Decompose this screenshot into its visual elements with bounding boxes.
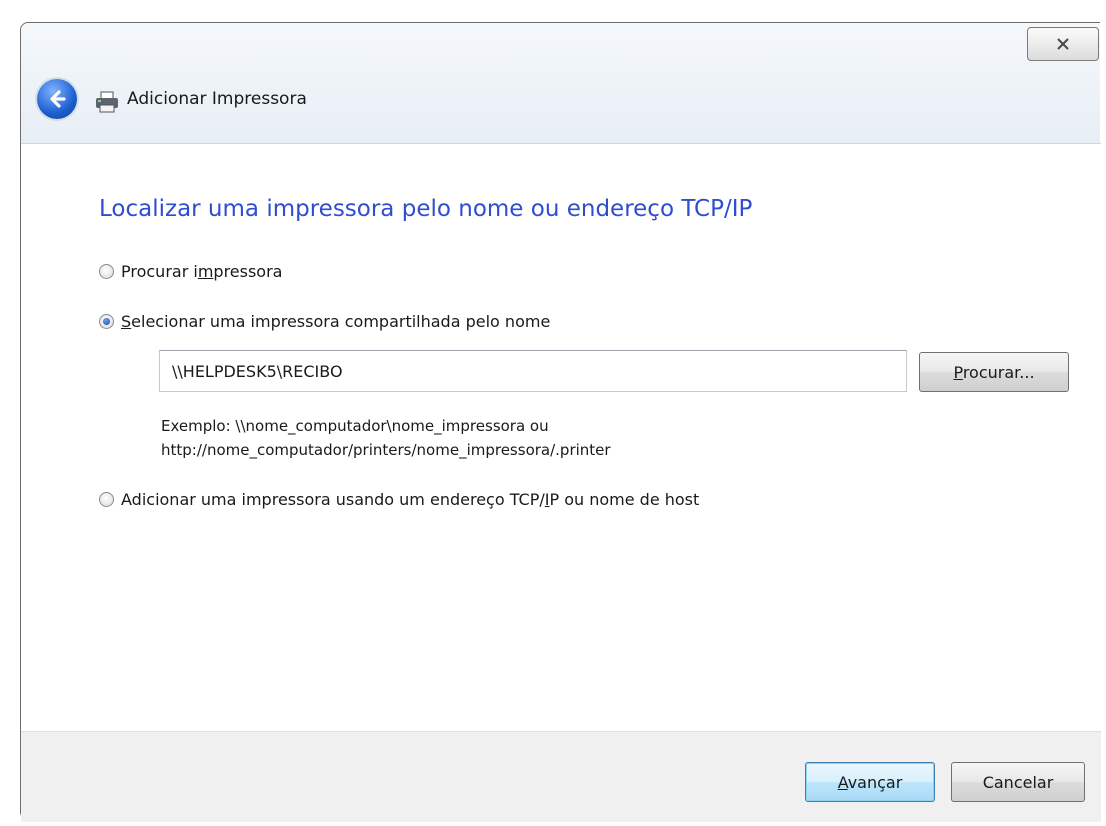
- radio-tcpip-hostname[interactable]: Adicionar uma impressora usando um ender…: [99, 490, 699, 509]
- window-title: Adicionar Impressora: [127, 89, 307, 109]
- example-line-2: http://nome_computador/printers/nome_imp…: [161, 441, 611, 459]
- radio-shared-printer-by-name[interactable]: Selecionar uma impressora compartilhada …: [99, 312, 550, 331]
- example-text: Exemplo: \\nome_computador\nome_impresso…: [161, 414, 611, 462]
- browse-button[interactable]: Procurar...: [919, 352, 1069, 392]
- next-button[interactable]: Avançar: [805, 762, 935, 802]
- cancel-button[interactable]: Cancelar: [951, 762, 1085, 802]
- radio-label-browse: Procurar impressora: [121, 262, 283, 281]
- printer-name-input[interactable]: [159, 350, 907, 392]
- radio-label-shared: Selecionar uma impressora compartilhada …: [121, 312, 551, 331]
- add-printer-dialog: Adicionar Impressora Localizar uma impre…: [20, 22, 1101, 822]
- back-button[interactable]: [37, 79, 77, 119]
- page-heading: Localizar uma impressora pelo nome ou en…: [99, 196, 753, 222]
- main-content: Localizar uma impressora pelo nome ou en…: [21, 143, 1101, 732]
- radio-button-selected[interactable]: [99, 314, 114, 329]
- radio-button[interactable]: [99, 264, 114, 279]
- radio-browse-printer[interactable]: Procurar impressora: [99, 262, 282, 281]
- close-button[interactable]: [1027, 27, 1099, 61]
- back-arrow-icon: [50, 90, 66, 108]
- example-line-1: Exemplo: \\nome_computador\nome_impresso…: [161, 417, 549, 435]
- radio-button[interactable]: [99, 492, 114, 507]
- radio-label-tcpip: Adicionar uma impressora usando um ender…: [121, 490, 700, 509]
- close-icon: [1057, 38, 1069, 50]
- printer-icon: [96, 91, 118, 113]
- button-bar: Avançar Cancelar: [21, 731, 1101, 822]
- title-bar: [21, 23, 1100, 145]
